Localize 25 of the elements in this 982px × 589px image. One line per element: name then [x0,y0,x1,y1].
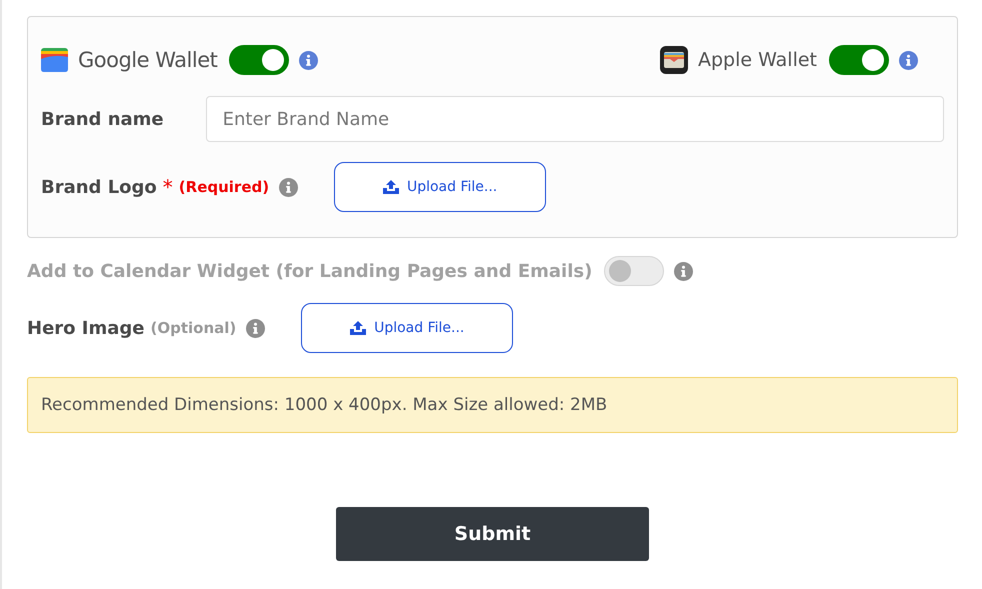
hero-image-label: Hero Image [27,318,144,338]
info-icon[interactable] [674,262,694,280]
upload-button[interactable]: Upload File... [334,162,546,212]
info-icon[interactable] [246,318,266,338]
wallet-toggle[interactable] [229,45,290,75]
wallet-toggle[interactable] [829,45,889,75]
calendar-widget-label: Add to Calendar Widget (for Landing Pages and Emails) [27,260,592,282]
info-icon[interactable] [279,178,298,196]
wallet-label: Google Wallet [78,48,218,72]
upload-icon [350,321,366,335]
wallet-icon [660,46,688,74]
required-note: (Required) [178,178,270,196]
info-icon[interactable] [899,50,918,70]
submit-button[interactable]: Submit [336,507,649,561]
upload-icon [382,180,399,194]
brand-logo-label: Brand Logo [41,176,157,198]
info-icon[interactable] [299,50,318,70]
required-mark: * [162,175,173,199]
wallet-icon [41,48,68,72]
brand-name-label: Brand name [41,108,164,130]
brand-name-field[interactable]: Enter Brand Name [206,96,944,142]
optional-note: (Optional) [150,319,236,337]
wallet-label: Apple Wallet [698,49,817,71]
upload-button[interactable]: Upload File... [301,303,514,353]
dimensions-notice: Recommended Dimensions: 1000 x 400px. Max Size allowed: 2MB [27,377,958,433]
